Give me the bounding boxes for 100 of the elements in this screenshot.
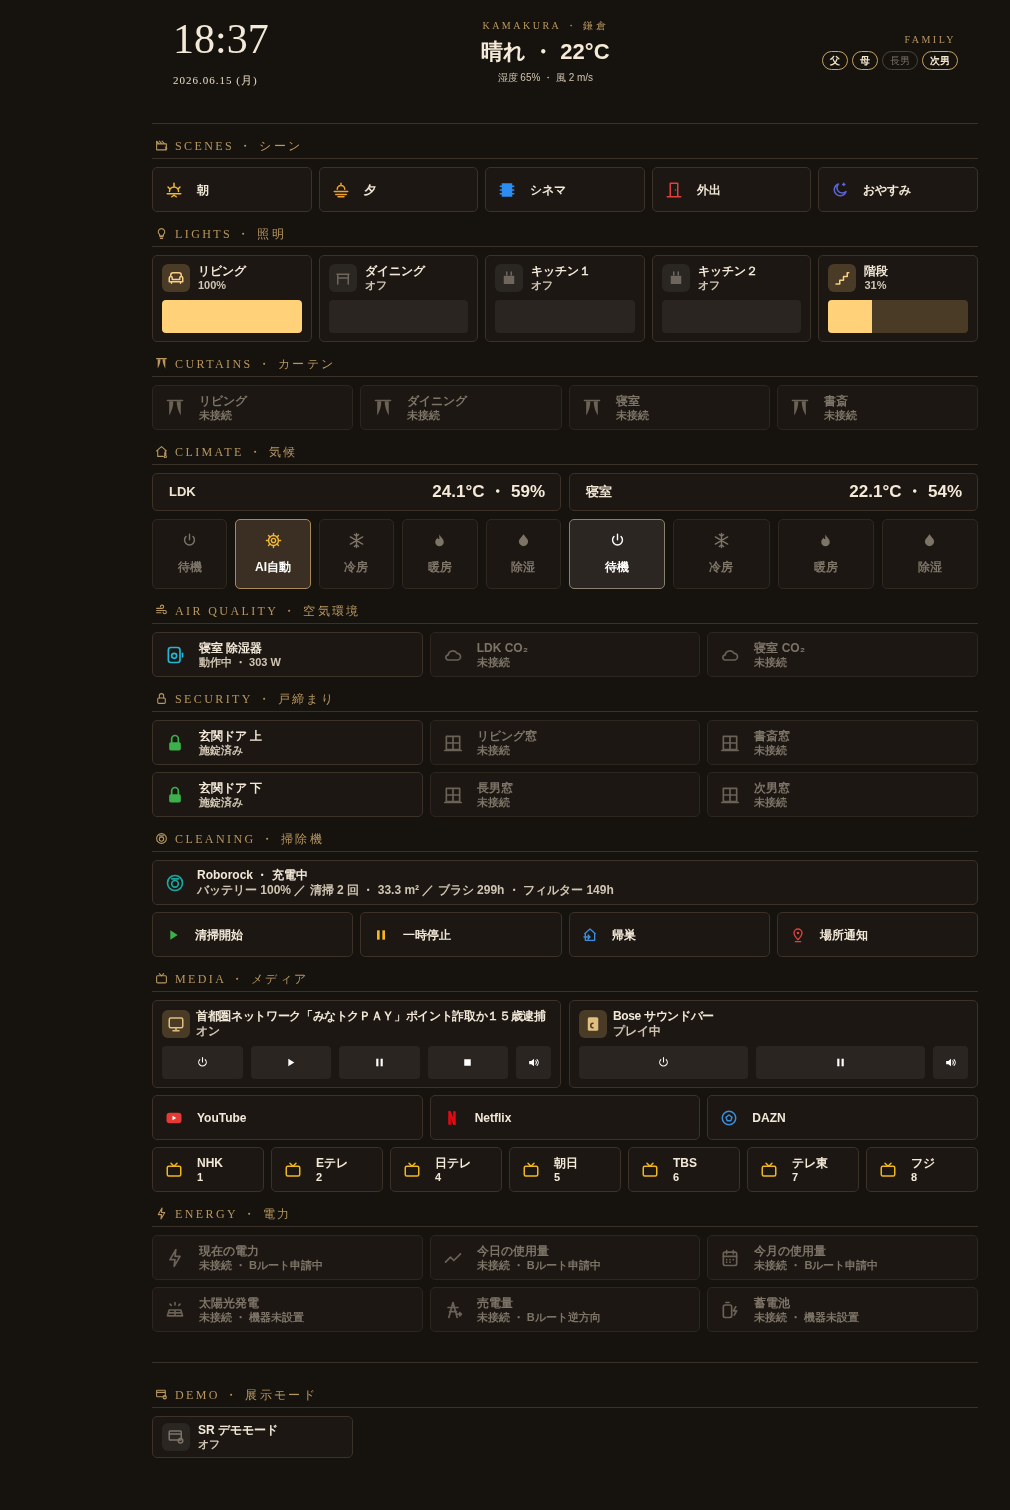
section-title: CURTAINS ・ カーテン <box>175 357 336 370</box>
device-status: 未接続 ・ Bルート申請中 <box>199 1258 324 1272</box>
tv-icon <box>284 1160 302 1179</box>
volume-icon <box>944 1056 957 1069</box>
pause-button[interactable] <box>339 1046 420 1079</box>
tv-icon <box>522 1160 540 1179</box>
scene-button[interactable]: 夕 <box>318 167 479 212</box>
channel-button[interactable]: TBS 6 <box>628 1147 740 1192</box>
section-title: AIR QUALITY ・ 空気環境 <box>175 604 361 617</box>
mode-button[interactable]: 暖房 <box>402 519 478 589</box>
tv-icon <box>641 1160 659 1179</box>
tv-icon <box>155 972 168 985</box>
light-status: オフ <box>531 279 555 292</box>
room-name: 寝室 <box>586 483 612 502</box>
channel-button[interactable]: Eテレ 2 <box>271 1147 383 1192</box>
mode-button[interactable]: 除湿 <box>485 519 561 589</box>
mode-button[interactable]: AI自動 <box>235 519 311 589</box>
curtain-icon <box>373 397 394 418</box>
device-status: 未接続 ・ Bルート申請中 <box>476 1258 601 1272</box>
volume-icon <box>527 1056 540 1069</box>
power-button[interactable] <box>162 1046 243 1079</box>
dehumidifier-icon <box>165 644 185 665</box>
light-status: 100% <box>198 279 228 292</box>
mode-button[interactable]: 冷房 <box>673 519 770 589</box>
volume-button[interactable] <box>516 1046 551 1079</box>
scene-button[interactable]: シネマ <box>485 167 645 212</box>
device-status: 未接続 <box>407 408 442 422</box>
app-button[interactable]: Netflix <box>429 1095 701 1140</box>
mode-button[interactable]: 冷房 <box>318 519 395 589</box>
film-icon <box>498 180 517 199</box>
section-title: LIGHTS ・ 照明 <box>175 227 287 240</box>
clock-time: 18:37 <box>173 18 269 60</box>
channel-button[interactable]: テレ東 7 <box>747 1147 859 1192</box>
power-button[interactable] <box>579 1046 748 1079</box>
channel-button[interactable]: フジ 8 <box>866 1147 978 1192</box>
weather-text: 晴れ ・ 22°C <box>481 38 610 66</box>
section-title: SCENES ・ シーン <box>175 139 303 152</box>
family-label: FAMILY <box>903 33 956 47</box>
player-status: プレイ中 <box>613 1024 662 1038</box>
light-name: ダイニング <box>364 264 425 279</box>
curtain-icon <box>155 357 168 370</box>
channel-button[interactable]: 日テレ 4 <box>390 1147 502 1192</box>
room-reading: 24.1°C ・ 59% <box>432 481 545 504</box>
action-button[interactable]: 帰巣 <box>568 912 770 957</box>
ball-icon <box>720 1108 739 1127</box>
device-status: 未接続 <box>476 795 511 809</box>
device-status: 未接続 <box>823 408 857 422</box>
device-status: 未接続 <box>199 408 233 422</box>
light-name: 階段 <box>864 264 889 279</box>
device-status: 未接続 <box>476 743 511 757</box>
volume-button[interactable] <box>933 1046 968 1079</box>
action-button[interactable]: 場所通知 <box>776 912 978 957</box>
mode-button[interactable]: 暖房 <box>777 519 874 589</box>
gear-icon <box>264 532 282 549</box>
device-status: 未接続 ・ 機器未設置 <box>199 1310 305 1324</box>
device-status: 施錠済み <box>199 795 244 809</box>
device-status: 未接続 ・ Bルート申請中 <box>754 1258 879 1272</box>
play-button[interactable] <box>250 1046 331 1079</box>
channel-button[interactable]: NHK 1 <box>152 1147 264 1192</box>
lock-icon <box>155 692 168 705</box>
scene-button[interactable]: おやすみ <box>818 167 978 212</box>
snowflake-icon <box>348 532 365 549</box>
device-name: 寝室 CO₂ <box>754 640 805 656</box>
demo-status: オフ <box>198 1438 221 1451</box>
scene-button[interactable]: 外出 <box>651 167 812 212</box>
door-icon <box>664 180 683 199</box>
device-name: 書斎 <box>823 393 849 409</box>
sunrise-icon <box>165 180 183 199</box>
calendar-icon <box>720 1247 741 1268</box>
mode-button[interactable]: 除湿 <box>881 519 978 589</box>
tv-icon <box>165 1160 183 1179</box>
device-name: 寝室 除湿器 <box>199 640 264 656</box>
light-name: キッチン１ <box>531 264 592 279</box>
bolt-icon <box>155 1207 168 1220</box>
device-name: 太陽光発電 <box>199 1295 260 1311</box>
mode-button[interactable]: 待機 <box>152 519 228 589</box>
action-button[interactable]: 一時停止 <box>360 912 562 957</box>
device-status: 未接続 ・ 機器未設置 <box>754 1310 860 1324</box>
action-button[interactable]: 清掃開始 <box>152 912 354 957</box>
tv-icon <box>760 1160 778 1179</box>
device-name: リビング窓 <box>476 728 537 744</box>
scene-button[interactable]: 朝 <box>152 167 312 212</box>
stop-button[interactable] <box>427 1046 508 1079</box>
channel-button[interactable]: 朝日 5 <box>509 1147 621 1192</box>
brightness-slider[interactable] <box>828 300 968 333</box>
tv-icon <box>879 1160 897 1179</box>
pause-button[interactable] <box>756 1046 925 1079</box>
sunset-icon <box>331 180 350 199</box>
app-button[interactable]: DAZN <box>707 1095 978 1140</box>
brightness-slider[interactable] <box>162 300 302 333</box>
app-button[interactable]: YouTube <box>152 1095 423 1140</box>
section-title: CLEANING ・ 掃除機 <box>175 832 324 845</box>
player-status: オン <box>196 1024 221 1038</box>
device-name: リビング <box>199 393 247 409</box>
player-title: Bose サウンドバー <box>613 1009 714 1024</box>
mode-button[interactable]: 待機 <box>569 519 666 589</box>
device-name: LDK CO₂ <box>476 640 528 656</box>
device-status: 未接続 <box>615 408 649 422</box>
clapper-icon <box>155 139 168 152</box>
device-status: 未接続 <box>754 795 789 809</box>
